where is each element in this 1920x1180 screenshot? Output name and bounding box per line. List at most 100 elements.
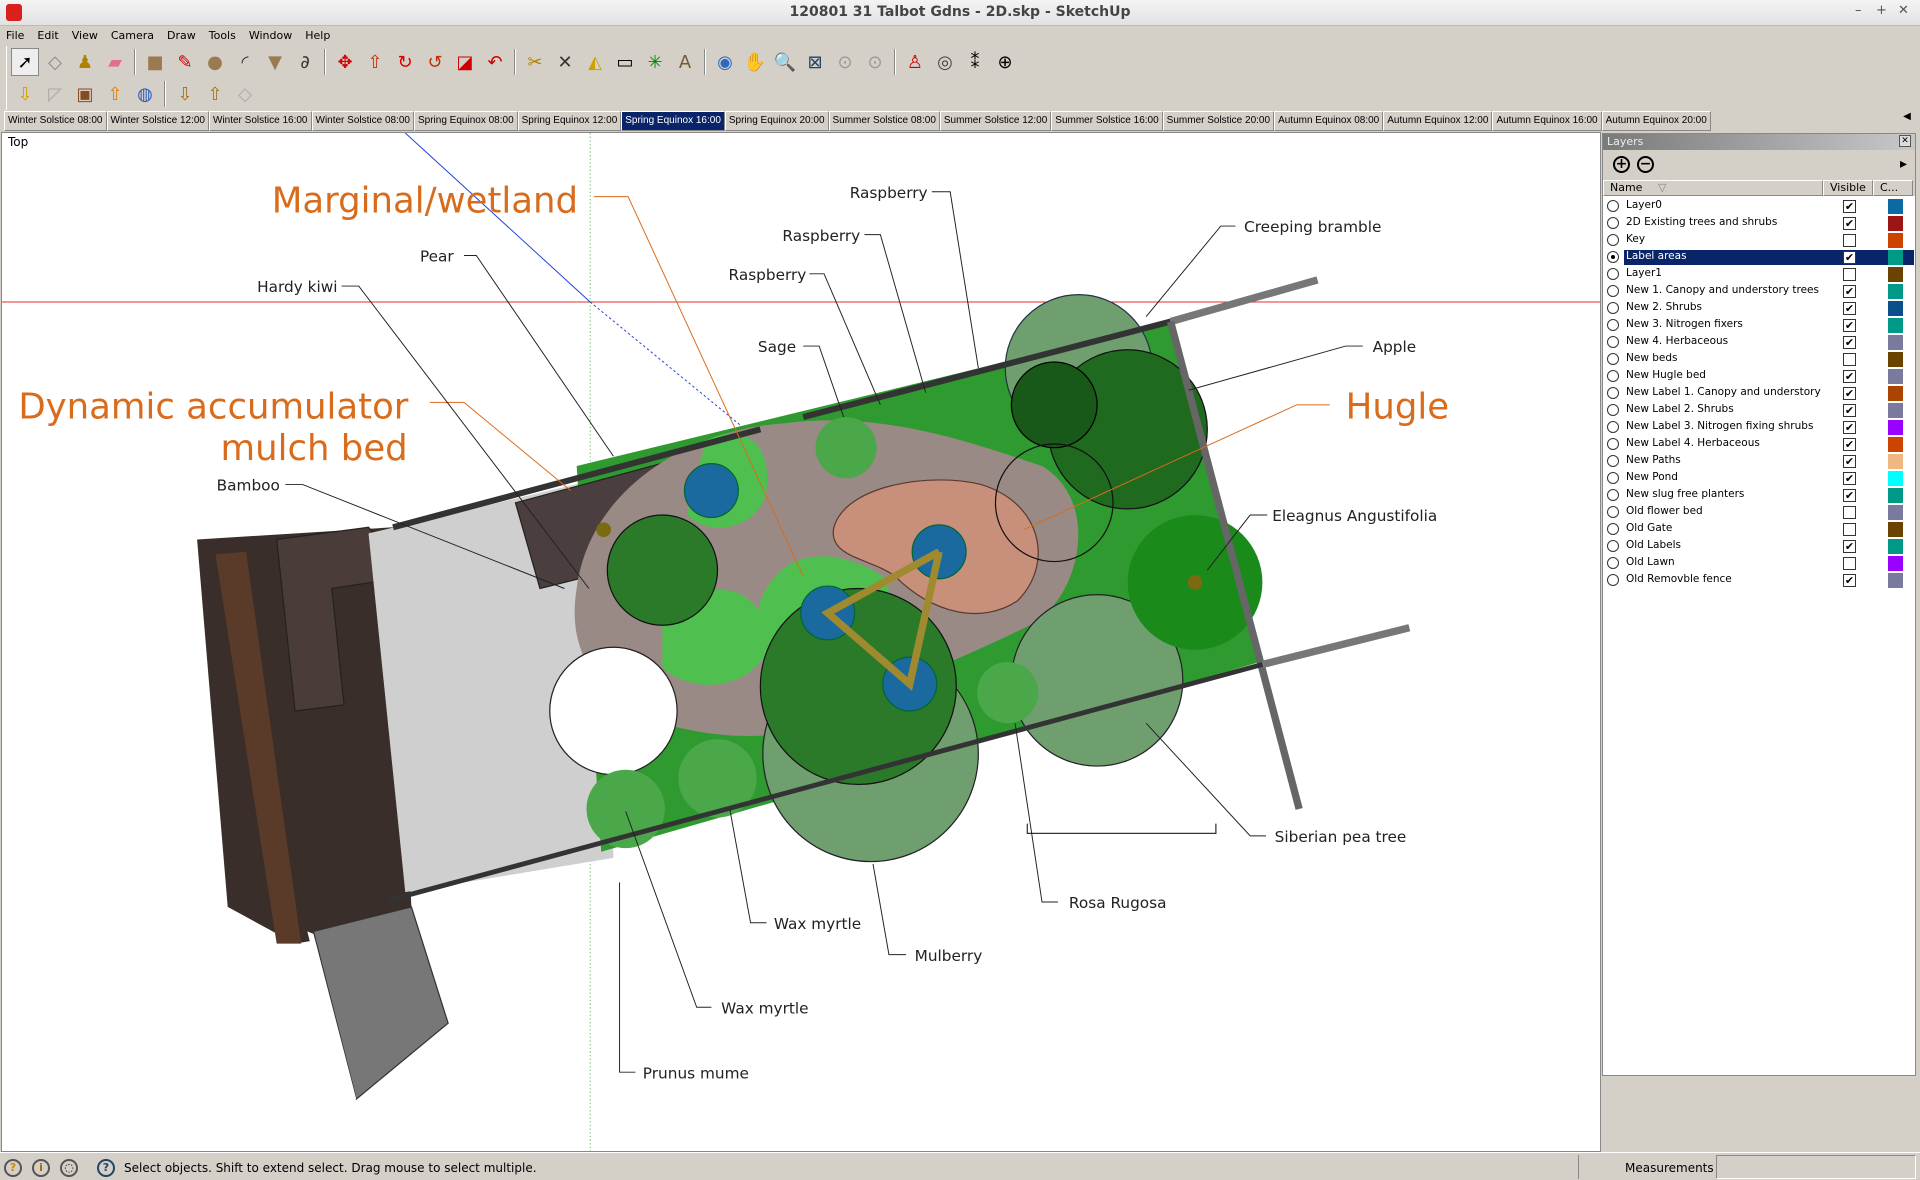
- toggle-terrain-icon[interactable]: ◸: [41, 80, 69, 108]
- active-layer-radio[interactable]: [1607, 370, 1619, 382]
- polygon-icon[interactable]: ▼: [261, 48, 289, 76]
- look-around-icon[interactable]: ◎: [931, 48, 959, 76]
- layer-color-swatch[interactable]: [1888, 420, 1903, 435]
- layer-color-swatch[interactable]: [1888, 284, 1903, 299]
- text-icon[interactable]: ▭: [611, 48, 639, 76]
- layer-row[interactable]: Key: [1603, 232, 1915, 249]
- layer-row[interactable]: Label areas ✔: [1603, 249, 1915, 266]
- move-icon[interactable]: ✥: [331, 48, 359, 76]
- offset-icon[interactable]: ↶: [481, 48, 509, 76]
- active-layer-radio[interactable]: [1607, 421, 1619, 433]
- visible-checkbox[interactable]: [1843, 234, 1856, 247]
- follow-me-icon[interactable]: ↺: [421, 48, 449, 76]
- layer-color-swatch[interactable]: [1888, 488, 1903, 503]
- layer-color-swatch[interactable]: [1888, 437, 1903, 452]
- active-layer-radio[interactable]: [1607, 268, 1619, 280]
- layer-row[interactable]: New 3. Nitrogen fixers ✔: [1603, 317, 1915, 334]
- layer-row[interactable]: New Hugle bed ✔: [1603, 368, 1915, 385]
- arc-icon[interactable]: ◜: [231, 48, 259, 76]
- credits-icon[interactable]: i: [32, 1159, 50, 1177]
- details-icon[interactable]: ▸: [1900, 156, 1907, 172]
- active-layer-radio[interactable]: [1607, 200, 1619, 212]
- layer-color-swatch[interactable]: [1888, 539, 1903, 554]
- layer-color-swatch[interactable]: [1888, 318, 1903, 333]
- active-layer-radio[interactable]: [1607, 557, 1619, 569]
- scene-tab[interactable]: Spring Equinox 16:00: [621, 111, 725, 131]
- layer-row[interactable]: Old Lawn: [1603, 555, 1915, 572]
- add-photo-texture-icon[interactable]: ⇧: [101, 80, 129, 108]
- scene-tab[interactable]: Autumn Equinox 20:00: [1601, 111, 1711, 131]
- previous-view-icon[interactable]: ⊙: [861, 48, 889, 76]
- scene-tab[interactable]: Autumn Equinox 08:00: [1274, 111, 1384, 131]
- active-layer-radio[interactable]: [1607, 251, 1619, 263]
- visible-checkbox[interactable]: [1843, 506, 1856, 519]
- layer-color-swatch[interactable]: [1888, 233, 1903, 248]
- scene-tab[interactable]: Autumn Equinox 16:00: [1492, 111, 1602, 131]
- delete-layer-button[interactable]: −: [1637, 156, 1654, 173]
- active-layer-radio[interactable]: [1607, 285, 1619, 297]
- orbit-icon[interactable]: ◉: [711, 48, 739, 76]
- share-component-icon[interactable]: ◇: [231, 80, 259, 108]
- visible-checkbox[interactable]: [1843, 353, 1856, 366]
- layer-row[interactable]: Old Labels ✔: [1603, 538, 1915, 555]
- layer-color-swatch[interactable]: [1888, 369, 1903, 384]
- menu-file[interactable]: File: [0, 27, 31, 45]
- circle-icon[interactable]: ●: [201, 48, 229, 76]
- layer-row[interactable]: New beds: [1603, 351, 1915, 368]
- layer-row[interactable]: New Label 2. Shrubs ✔: [1603, 402, 1915, 419]
- zoom-extents-icon[interactable]: ⊙: [831, 48, 859, 76]
- visible-checkbox[interactable]: ✔: [1843, 540, 1856, 553]
- add-layer-button[interactable]: +: [1613, 156, 1630, 173]
- visible-checkbox[interactable]: ✔: [1843, 285, 1856, 298]
- visible-checkbox[interactable]: ✔: [1843, 217, 1856, 230]
- menu-view[interactable]: View: [66, 27, 105, 45]
- layer-color-swatch[interactable]: [1888, 335, 1903, 350]
- layer-color-swatch[interactable]: [1888, 556, 1903, 571]
- 3d-text-icon[interactable]: A: [671, 48, 699, 76]
- layer-color-swatch[interactable]: [1888, 250, 1903, 265]
- scene-tab[interactable]: Winter Solstice 16:00: [209, 111, 312, 131]
- visible-checkbox[interactable]: [1843, 557, 1856, 570]
- scene-tab[interactable]: Winter Solstice 12:00: [106, 111, 209, 131]
- scene-tab[interactable]: Summer Solstice 20:00: [1162, 111, 1275, 131]
- visible-checkbox[interactable]: ✔: [1843, 336, 1856, 349]
- layer-color-swatch[interactable]: [1888, 199, 1903, 214]
- active-layer-radio[interactable]: [1607, 336, 1619, 348]
- scale-icon[interactable]: ◪: [451, 48, 479, 76]
- visible-checkbox[interactable]: ✔: [1843, 574, 1856, 587]
- visible-checkbox[interactable]: ✔: [1843, 404, 1856, 417]
- column-name[interactable]: Name ▽: [1603, 180, 1823, 196]
- share-model-icon[interactable]: ⇧: [201, 80, 229, 108]
- add-location-icon[interactable]: ▣: [71, 80, 99, 108]
- visible-checkbox[interactable]: ✔: [1843, 319, 1856, 332]
- section-plane-icon[interactable]: ⊕: [991, 48, 1019, 76]
- zoom-window-icon[interactable]: ⊠: [801, 48, 829, 76]
- layer-row[interactable]: Layer0 ✔: [1603, 198, 1915, 215]
- close-button[interactable]: ✕: [1898, 3, 1909, 18]
- freehand-icon[interactable]: ∂: [291, 48, 319, 76]
- get-current-view-icon[interactable]: ⇩: [11, 80, 39, 108]
- active-layer-radio[interactable]: [1607, 489, 1619, 501]
- paint-bucket-icon[interactable]: ♟: [71, 48, 99, 76]
- layer-row[interactable]: New Label 3. Nitrogen fixing shrubs ✔: [1603, 419, 1915, 436]
- layer-color-swatch[interactable]: [1888, 352, 1903, 367]
- layer-color-swatch[interactable]: [1888, 454, 1903, 469]
- axes-icon[interactable]: ✳: [641, 48, 669, 76]
- layer-row[interactable]: New 2. Shrubs ✔: [1603, 300, 1915, 317]
- maximize-button[interactable]: +: [1876, 3, 1887, 18]
- visible-checkbox[interactable]: [1843, 523, 1856, 536]
- visible-checkbox[interactable]: ✔: [1843, 455, 1856, 468]
- active-layer-radio[interactable]: [1607, 404, 1619, 416]
- active-layer-radio[interactable]: [1607, 455, 1619, 467]
- get-models-icon[interactable]: ⇩: [171, 80, 199, 108]
- layer-row[interactable]: New Label 1. Canopy and understory tree ✔: [1603, 385, 1915, 402]
- layer-row[interactable]: New 4. Herbaceous ✔: [1603, 334, 1915, 351]
- pan-hand-icon[interactable]: ✋: [741, 48, 769, 76]
- layer-row[interactable]: New Pond ✔: [1603, 470, 1915, 487]
- visible-checkbox[interactable]: [1843, 268, 1856, 281]
- layer-row[interactable]: New slug free planters ✔: [1603, 487, 1915, 504]
- layer-row[interactable]: New Label 4. Herbaceous ✔: [1603, 436, 1915, 453]
- column-visible[interactable]: Visible: [1823, 180, 1873, 196]
- measurements-input[interactable]: [1716, 1155, 1916, 1179]
- layer-row[interactable]: New Paths ✔: [1603, 453, 1915, 470]
